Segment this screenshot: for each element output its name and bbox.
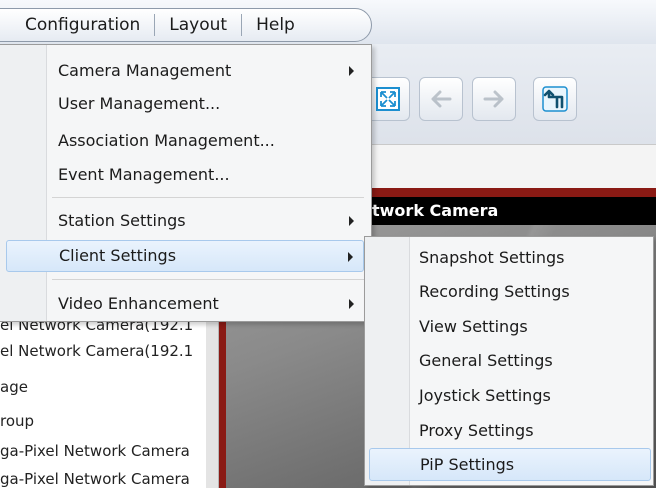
client-settings-submenu: Snapshot Settings Recording Settings Vie…: [364, 236, 654, 486]
menu-item-label: User Management...: [58, 94, 221, 113]
menu-item-label: Event Management...: [58, 165, 230, 184]
tree-item[interactable]: roup: [0, 412, 34, 430]
menu-item-association-management[interactable]: Association Management...: [6, 125, 364, 157]
submenu-arrow-icon: [348, 252, 353, 262]
return-icon: [542, 86, 568, 112]
panel-splitter[interactable]: [206, 318, 219, 488]
tree-item[interactable]: el Network Camera(192.1: [0, 342, 193, 360]
menu-help[interactable]: Help: [242, 14, 309, 36]
submenu-item-general-settings[interactable]: General Settings: [369, 344, 651, 377]
back-arrow-icon: [431, 90, 452, 108]
configuration-menu: Camera Management User Management... Ass…: [0, 44, 372, 322]
menu-item-user-management[interactable]: User Management...: [6, 88, 364, 120]
tree-item[interactable]: ga-Pixel Network Camera: [0, 470, 190, 488]
camera-tree: el Network Camera(192.1 el Network Camer…: [0, 318, 207, 488]
submenu-arrow-icon: [349, 216, 354, 226]
forward-button[interactable]: [472, 77, 516, 121]
submenu-arrow-icon: [349, 299, 354, 309]
menu-item-client-settings[interactable]: Client Settings: [6, 240, 364, 272]
toolbar-strip: [372, 144, 656, 189]
fullscreen-icon: [376, 87, 400, 111]
menu-item-label: Station Settings: [58, 211, 186, 230]
fullscreen-button[interactable]: [366, 77, 410, 121]
return-button[interactable]: [533, 77, 577, 121]
tree-item[interactable]: age: [0, 378, 28, 396]
submenu-item-recording-settings[interactable]: Recording Settings: [369, 275, 651, 308]
forward-arrow-icon: [483, 90, 504, 108]
video-title: twork Camera: [360, 197, 656, 225]
submenu-item-snapshot-settings[interactable]: Snapshot Settings: [369, 241, 651, 274]
menu-item-label: Video Enhancement: [58, 294, 219, 313]
menu-item-label: Camera Management: [58, 61, 232, 80]
menu-layout[interactable]: Layout: [155, 14, 243, 36]
menu-configuration[interactable]: Configuration: [0, 14, 156, 36]
submenu-item-pip-settings[interactable]: PiP Settings: [369, 448, 651, 481]
menu-item-camera-management[interactable]: Camera Management: [6, 55, 364, 87]
menu-separator: [52, 279, 364, 280]
menu-item-event-management[interactable]: Event Management...: [6, 159, 364, 191]
menu-item-video-enhancement[interactable]: Video Enhancement: [6, 288, 364, 320]
menu-item-label: Association Management...: [58, 131, 275, 150]
submenu-item-proxy-settings[interactable]: Proxy Settings: [369, 414, 651, 447]
menu-separator: [52, 197, 364, 198]
submenu-item-view-settings[interactable]: View Settings: [369, 310, 651, 343]
menu-item-label: Client Settings: [59, 246, 177, 265]
menu-bar: Configuration Layout Help: [0, 0, 656, 44]
submenu-item-joystick-settings[interactable]: Joystick Settings: [369, 379, 651, 412]
back-button[interactable]: [419, 77, 463, 121]
tree-item[interactable]: ga-Pixel Network Camera: [0, 442, 190, 460]
submenu-arrow-icon: [349, 66, 354, 76]
menu-item-station-settings[interactable]: Station Settings: [6, 205, 364, 237]
menu-bar-group: Configuration Layout Help: [0, 8, 372, 42]
